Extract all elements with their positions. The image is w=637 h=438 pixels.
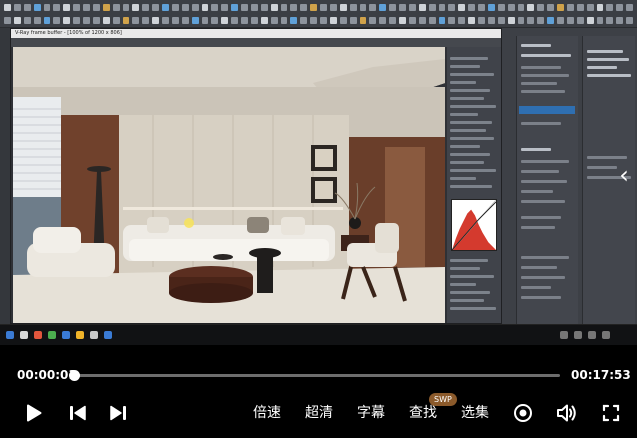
search-button[interactable]: 查找 [409, 404, 437, 422]
video-frame[interactable]: V-Ray frame buffer - [100% of 1200 x 806… [0, 0, 637, 345]
progress-bar[interactable] [69, 370, 560, 381]
scene-explorer-panel [516, 36, 578, 326]
search-badge: SWP [429, 393, 457, 406]
fullscreen-icon [602, 404, 620, 422]
vray-settings-panel [447, 47, 501, 323]
speed-button[interactable]: 倍速 [253, 404, 281, 422]
progress-thumb[interactable] [69, 370, 81, 381]
previous-button[interactable] [66, 402, 90, 424]
chevron-left-icon[interactable]: ‹ [615, 160, 633, 190]
player-controls: 00:00:01 00:17:53 倍速 超清 字幕 查找 SWP 选集 [0, 345, 637, 438]
max-left-strip [0, 28, 10, 328]
skip-previous-icon [70, 405, 86, 421]
radio-target-icon [514, 404, 532, 422]
current-time: 00:00:01 [17, 368, 77, 382]
render-window-toolbar [11, 38, 501, 47]
windows-taskbar [0, 324, 637, 345]
volume-icon [557, 404, 576, 422]
loop-button[interactable] [512, 402, 534, 424]
curve-histogram [451, 199, 497, 251]
render-window: V-Ray frame buffer - [100% of 1200 x 806… [10, 28, 502, 324]
skip-next-icon [110, 405, 126, 421]
max-toolbar [0, 0, 637, 28]
toolbar-row-2 [4, 15, 633, 25]
volume-button[interactable] [555, 402, 579, 424]
render-window-title: V-Ray frame buffer - [100% of 1200 x 806… [11, 29, 501, 38]
subtitle-button[interactable]: 字幕 [357, 404, 385, 422]
toolbar-row-1 [4, 2, 633, 12]
play-button[interactable] [22, 402, 46, 424]
next-button[interactable] [106, 402, 130, 424]
episodes-button[interactable]: 选集 [461, 404, 489, 422]
total-time: 00:17:53 [571, 368, 631, 382]
interior-render-image [13, 47, 445, 323]
play-icon [27, 404, 42, 422]
fullscreen-button[interactable] [600, 402, 622, 424]
quality-button[interactable]: 超清 [305, 404, 333, 422]
